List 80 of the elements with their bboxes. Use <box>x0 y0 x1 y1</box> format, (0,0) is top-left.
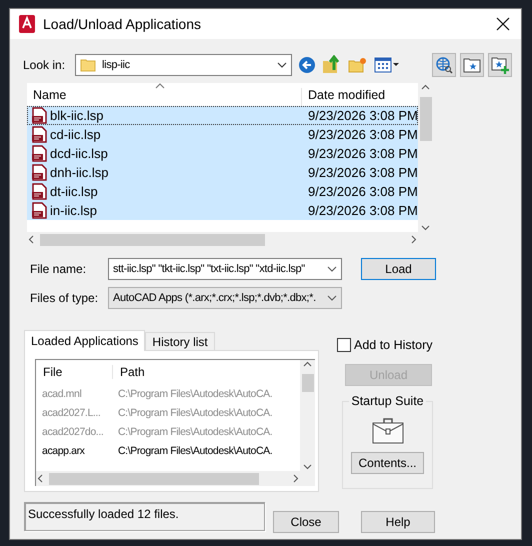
table-cell-text: acad2027.L... <box>41 406 102 418</box>
file-row[interactable]: dnh-iic.lsp 9/23/2026 3:08 PM <box>27 163 418 182</box>
file-row[interactable]: cd-iic.lsp 9/23/2026 3:08 PM <box>27 125 418 144</box>
scroll-left-icon[interactable] <box>36 474 45 483</box>
scroll-right-icon[interactable] <box>291 474 300 483</box>
file-type-label: Files of type: <box>30 291 100 305</box>
sort-caret-icon <box>155 83 165 89</box>
look-in-dropdown[interactable]: lisp-iic <box>75 54 292 76</box>
file-name: dcd-iic.lsp <box>50 146 108 161</box>
file-name: in-iic.lsp <box>50 203 97 218</box>
lisp-file-icon <box>31 164 48 181</box>
file-name: dnh-iic.lsp <box>50 165 109 180</box>
lisp-file-icon <box>31 202 48 219</box>
chevron-down-icon <box>327 295 337 301</box>
table-cell-text: C:\Program Files\Autodesk\AutoCA. <box>117 426 274 438</box>
scroll-right-icon[interactable] <box>409 235 418 244</box>
favorites-button[interactable] <box>460 53 484 77</box>
table-cell-text: C:\Program Files\Autodesk\AutoCA. <box>117 406 274 418</box>
table-cell-text: acapp.arx <box>41 444 86 456</box>
scrollbar-thumb[interactable] <box>40 234 265 246</box>
file-name: cd-iic.lsp <box>50 127 101 142</box>
web-search-button[interactable] <box>432 53 456 77</box>
vertical-scrollbar[interactable] <box>300 360 315 471</box>
load-button[interactable]: Load <box>361 258 436 280</box>
close-button[interactable]: Close <box>273 511 339 533</box>
window-title: Load/Unload Applications <box>43 16 202 32</box>
file-row[interactable]: blk-iic.lsp 9/23/2026 3:08 PM <box>27 106 418 125</box>
folder-icon <box>80 57 96 73</box>
add-favorite-button[interactable] <box>488 53 512 77</box>
star-folder-icon <box>463 57 481 73</box>
globe-magnifier-icon <box>435 56 453 74</box>
view-menu-icon[interactable] <box>374 56 400 74</box>
tab[interactable]: History list <box>145 332 215 350</box>
file-name-label: File name: <box>30 262 88 276</box>
chevron-down-icon <box>277 62 287 68</box>
date-modified: 9/23/2026 3:08 PM <box>307 165 418 180</box>
table-cell-text: C:\Program Files\Autodesk\AutoCA. <box>117 444 274 456</box>
table-cell-text: acad2027do... <box>41 426 104 438</box>
column-header[interactable]: Name <box>27 88 301 106</box>
date-modified: 9/23/2026 3:08 PM <box>307 203 418 218</box>
file-name: blk-iic.lsp <box>50 108 104 123</box>
scroll-down-icon[interactable] <box>303 462 312 471</box>
file-name-field[interactable]: stt-iic.lsp" "tkt-iic.lsp" "txt-iic.lsp" "xtd-iic.lsp" <box>108 258 342 280</box>
scroll-up-icon[interactable] <box>421 83 430 92</box>
add-to-history-label[interactable]: Add to History <box>354 338 433 352</box>
scroll-down-icon[interactable] <box>421 223 430 232</box>
briefcase-icon <box>372 417 404 444</box>
file-type-dropdown[interactable]: AutoCAD Apps (*.arx;*.crx;*.lsp;*.dvb;*.dbx;*. <box>108 287 342 309</box>
tab[interactable]: Loaded Applications <box>24 330 146 351</box>
add-to-history-checkbox[interactable] <box>337 338 351 352</box>
column-header[interactable]: File <box>36 365 112 379</box>
file-name: dt-iic.lsp <box>50 184 98 199</box>
scroll-up-icon[interactable] <box>303 360 312 369</box>
date-modified: 9/23/2026 3:08 PM <box>307 108 418 123</box>
contents-button[interactable]: Contents... <box>351 452 424 474</box>
date-modified: 9/23/2026 3:08 PM <box>307 146 418 161</box>
date-modified: 9/23/2026 3:08 PM <box>307 184 418 199</box>
lisp-file-icon <box>31 183 48 200</box>
scrollbar-thumb[interactable] <box>302 374 314 392</box>
table-cell-text: C:\Program Files\Autodesk\AutoCA. <box>117 388 274 400</box>
scrollbar-thumb[interactable] <box>49 472 259 484</box>
folder-up-icon[interactable] <box>322 55 342 75</box>
lisp-file-icon <box>31 107 48 124</box>
horizontal-scrollbar[interactable] <box>36 471 300 486</box>
table-cell-text: acad.mnl <box>41 388 82 400</box>
chevron-down-icon <box>327 266 337 272</box>
app-icon <box>19 15 35 33</box>
scroll-left-icon[interactable] <box>27 235 36 244</box>
file-row[interactable]: dcd-iic.lsp 9/23/2026 3:08 PM <box>27 144 418 163</box>
lisp-file-icon <box>31 145 48 162</box>
file-row[interactable]: in-iic.lsp 9/23/2026 3:08 PM <box>27 201 418 220</box>
file-row[interactable]: dt-iic.lsp 9/23/2026 3:08 PM <box>27 182 418 201</box>
look-in-label: Look in: <box>23 58 66 72</box>
scrollbar-thumb[interactable] <box>420 97 432 141</box>
lisp-file-icon <box>31 126 48 143</box>
startup-suite-title: Startup Suite <box>349 394 426 408</box>
status-message: Successfully loaded 12 files. <box>24 502 265 531</box>
help-button[interactable]: Help <box>361 511 435 533</box>
star-folder-plus-icon <box>491 56 509 74</box>
date-modified: 9/23/2026 3:08 PM <box>307 127 418 142</box>
